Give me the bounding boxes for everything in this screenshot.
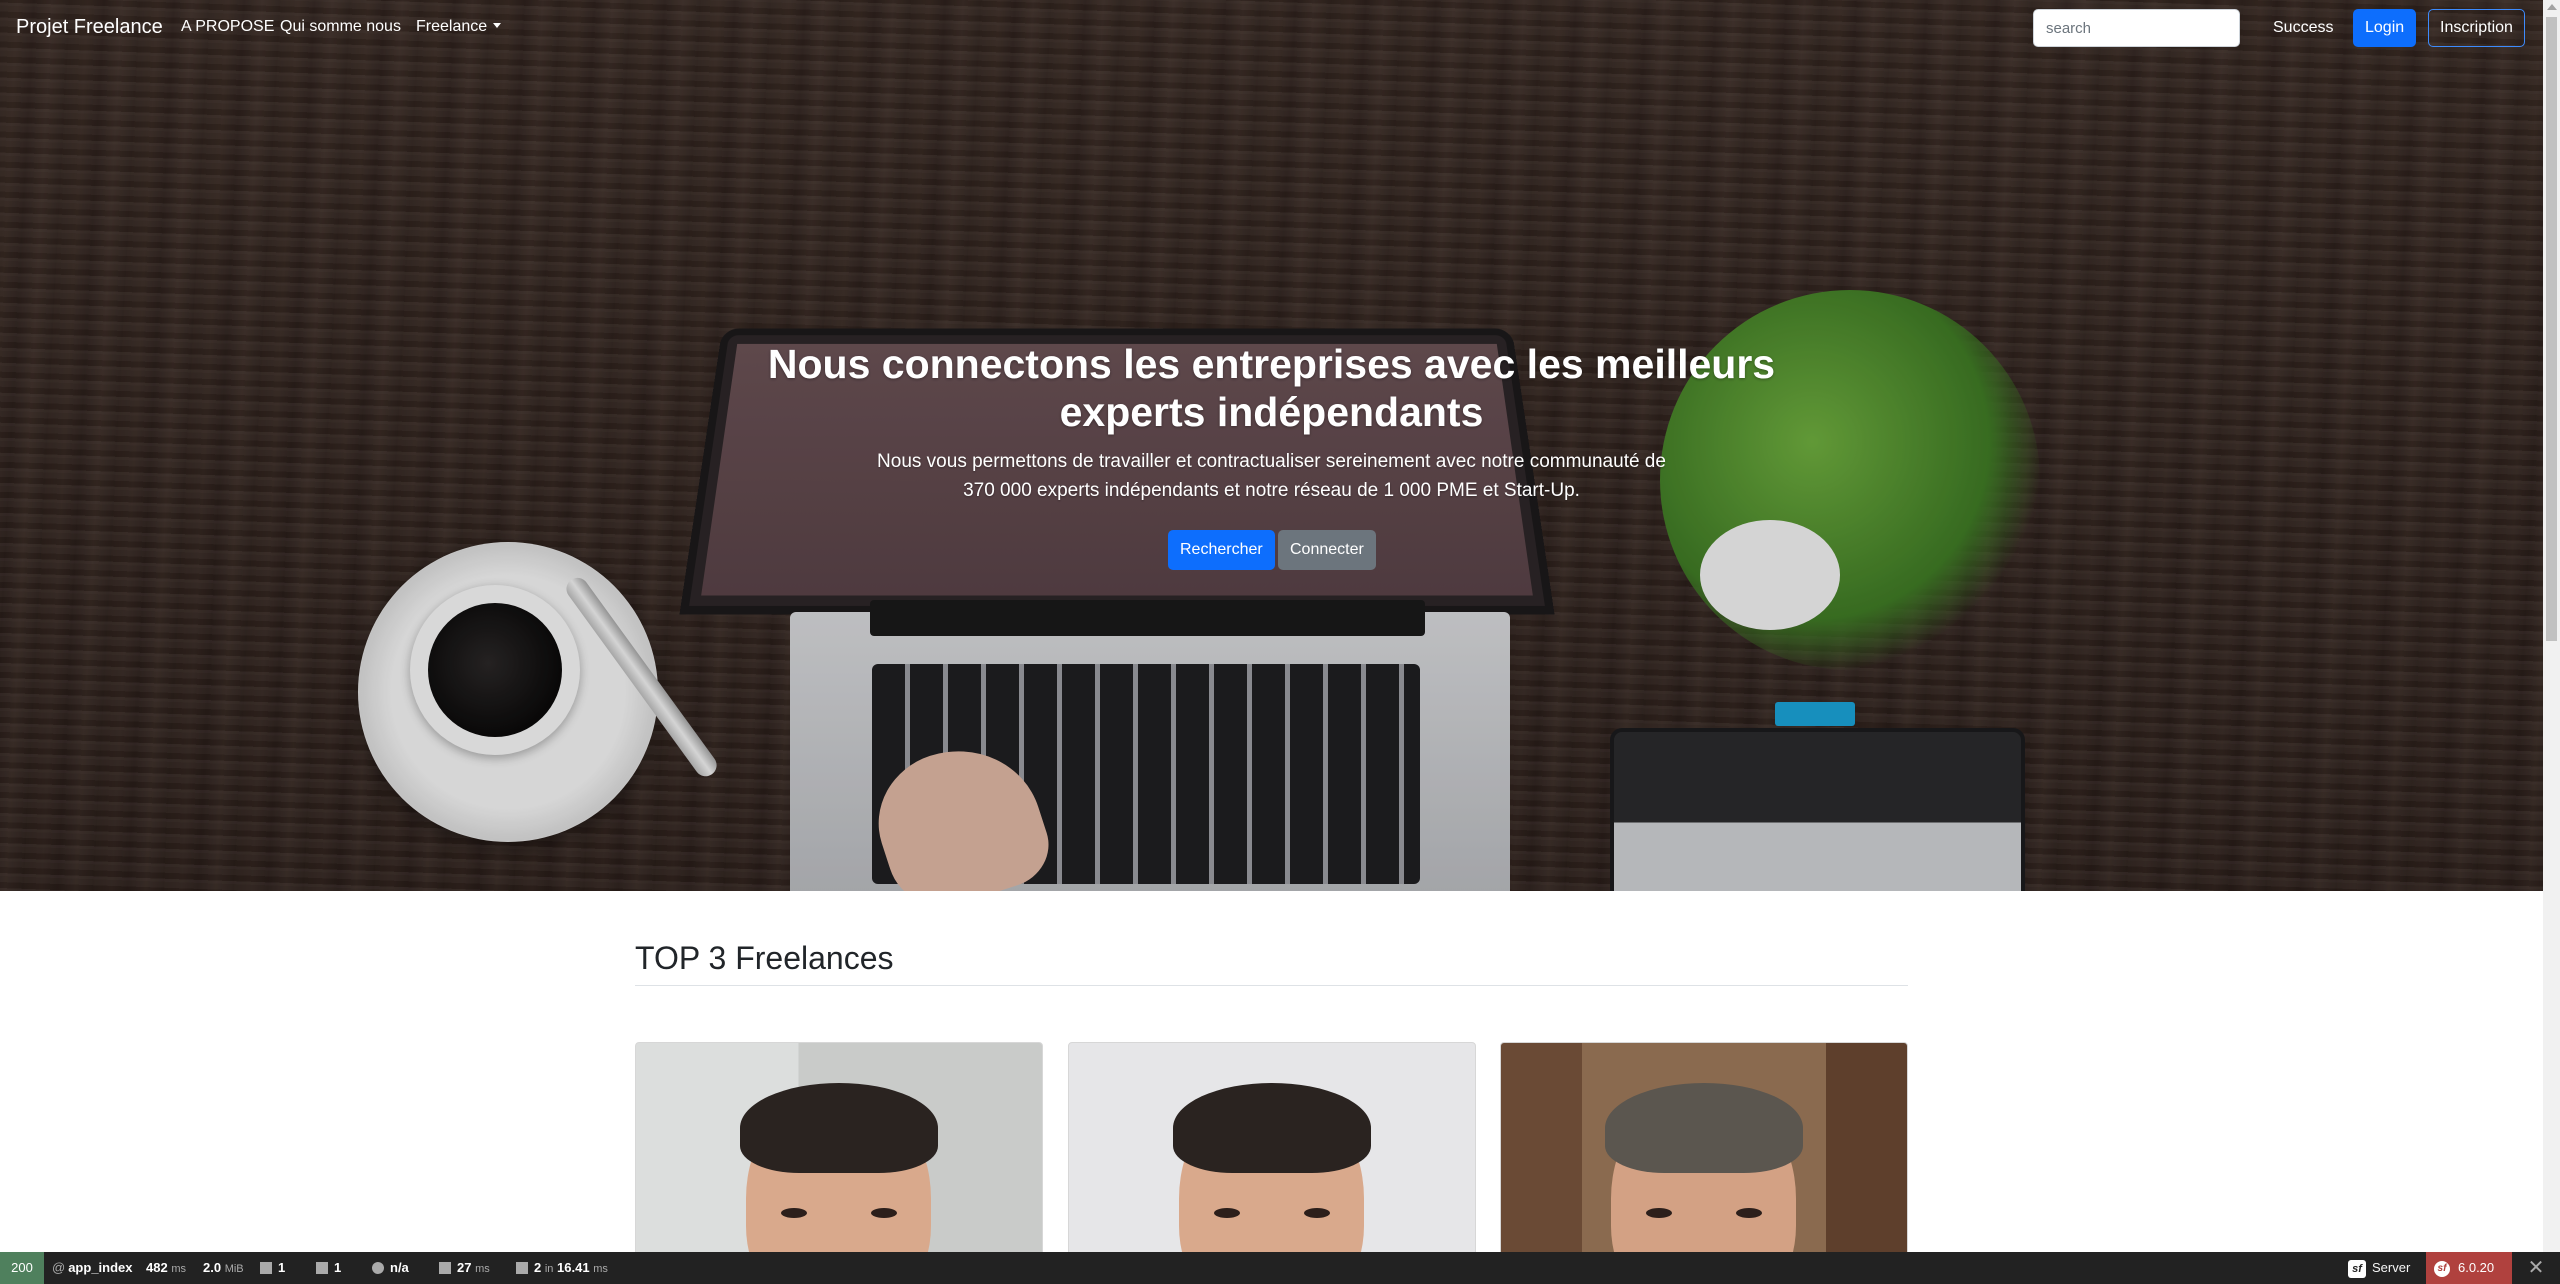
close-icon[interactable]: ✕ bbox=[2518, 1252, 2554, 1284]
database-indicator[interactable]: 2 in 16.41 ms bbox=[516, 1252, 608, 1284]
logs-indicator[interactable]: 1 bbox=[316, 1252, 341, 1284]
at-icon: @ bbox=[52, 1260, 66, 1275]
events-icon bbox=[439, 1262, 451, 1274]
brand-link[interactable]: Projet Freelance bbox=[16, 16, 163, 39]
forms-indicator[interactable]: 1 bbox=[260, 1252, 285, 1284]
freelancer-photo-eye bbox=[1646, 1208, 1672, 1218]
navbar: Projet Freelance A PROPOSE Qui somme nou… bbox=[0, 0, 2543, 57]
section-divider bbox=[635, 985, 1908, 986]
freelancer-photo-eye bbox=[1304, 1208, 1330, 1218]
memory-value: 2.0 bbox=[203, 1260, 222, 1275]
time-value: 482 bbox=[146, 1260, 168, 1275]
freelancer-photo-hair bbox=[1605, 1083, 1803, 1173]
database-icon bbox=[516, 1262, 528, 1274]
scrollbar-thumb[interactable] bbox=[2546, 17, 2557, 641]
inscription-button[interactable]: Inscription bbox=[2428, 9, 2525, 47]
nav-link-who-we-are[interactable]: Qui somme nous bbox=[280, 18, 401, 36]
hero-overlay bbox=[0, 0, 2543, 891]
debug-toolbar: 200 @ app_index 482 ms 2.0 MiB 1 1 n/a 27… bbox=[0, 1252, 2560, 1284]
hero-subtitle: Nous vous permettons de travailler et co… bbox=[877, 451, 1666, 501]
server-indicator[interactable]: sf Server bbox=[2348, 1252, 2410, 1284]
db-in: in bbox=[544, 1263, 554, 1275]
user-value: n/a bbox=[390, 1260, 409, 1275]
events-value: 27 bbox=[457, 1260, 472, 1275]
nav-dropdown-freelance[interactable]: Freelance bbox=[416, 18, 502, 36]
nav-link-about[interactable]: A PROPOSE bbox=[181, 18, 274, 36]
route-indicator[interactable]: @ app_index bbox=[52, 1252, 133, 1284]
nav-dropdown-label: Freelance bbox=[416, 18, 488, 35]
freelancer-photo-eye bbox=[1736, 1208, 1762, 1218]
db-queries: 2 bbox=[534, 1260, 542, 1275]
server-label: Server bbox=[2372, 1260, 2411, 1275]
forms-count: 1 bbox=[278, 1260, 286, 1275]
events-unit: ms bbox=[475, 1263, 490, 1275]
route-name: app_index bbox=[68, 1260, 133, 1275]
freelancer-photo-eye bbox=[871, 1208, 897, 1218]
success-button[interactable]: Success bbox=[2261, 9, 2345, 47]
symfony-server-icon: sf bbox=[2348, 1259, 2366, 1278]
hero-banner: Nous connectons les entreprises avec les… bbox=[0, 0, 2543, 891]
hero-title: Nous connectons les entreprises avec les… bbox=[767, 341, 1776, 435]
scroll-up-icon[interactable] bbox=[2547, 4, 2557, 10]
memory-unit: MiB bbox=[224, 1263, 244, 1275]
freelance-card[interactable] bbox=[1500, 1042, 1908, 1284]
freelancer-photo-eye bbox=[781, 1208, 807, 1218]
form-icon bbox=[260, 1262, 272, 1274]
connect-button[interactable]: Connecter bbox=[1278, 530, 1376, 570]
caret-down-icon bbox=[493, 23, 502, 28]
section-title: TOP 3 Freelances bbox=[635, 940, 894, 976]
page: Nous connectons les entreprises avec les… bbox=[0, 0, 2560, 1284]
symfony-version-badge[interactable]: sf 6.0.20 bbox=[2426, 1252, 2512, 1284]
logs-icon bbox=[316, 1262, 328, 1274]
events-indicator[interactable]: 27 ms bbox=[439, 1252, 490, 1284]
symfony-version: 6.0.20 bbox=[2458, 1260, 2495, 1275]
freelance-card[interactable] bbox=[1068, 1042, 1476, 1284]
time-unit: ms bbox=[171, 1263, 186, 1275]
logs-count: 1 bbox=[334, 1260, 342, 1275]
freelancer-photo-eye bbox=[1214, 1208, 1240, 1218]
user-icon bbox=[372, 1262, 384, 1274]
login-button[interactable]: Login bbox=[2353, 9, 2417, 47]
freelance-card[interactable] bbox=[635, 1042, 1043, 1284]
freelancer-photo-hair bbox=[1173, 1083, 1371, 1173]
db-time: 16.41 bbox=[557, 1260, 590, 1275]
user-indicator[interactable]: n/a bbox=[372, 1252, 409, 1284]
symfony-logo-icon: sf bbox=[2434, 1260, 2450, 1277]
memory-indicator[interactable]: 2.0 MiB bbox=[203, 1252, 244, 1284]
db-unit: ms bbox=[593, 1263, 608, 1275]
search-input[interactable] bbox=[2033, 9, 2240, 47]
status-code-badge[interactable]: 200 bbox=[0, 1252, 44, 1284]
time-indicator[interactable]: 482 ms bbox=[146, 1252, 186, 1284]
search-button[interactable]: Rechercher bbox=[1168, 530, 1275, 570]
freelancer-photo-hair bbox=[740, 1083, 938, 1173]
